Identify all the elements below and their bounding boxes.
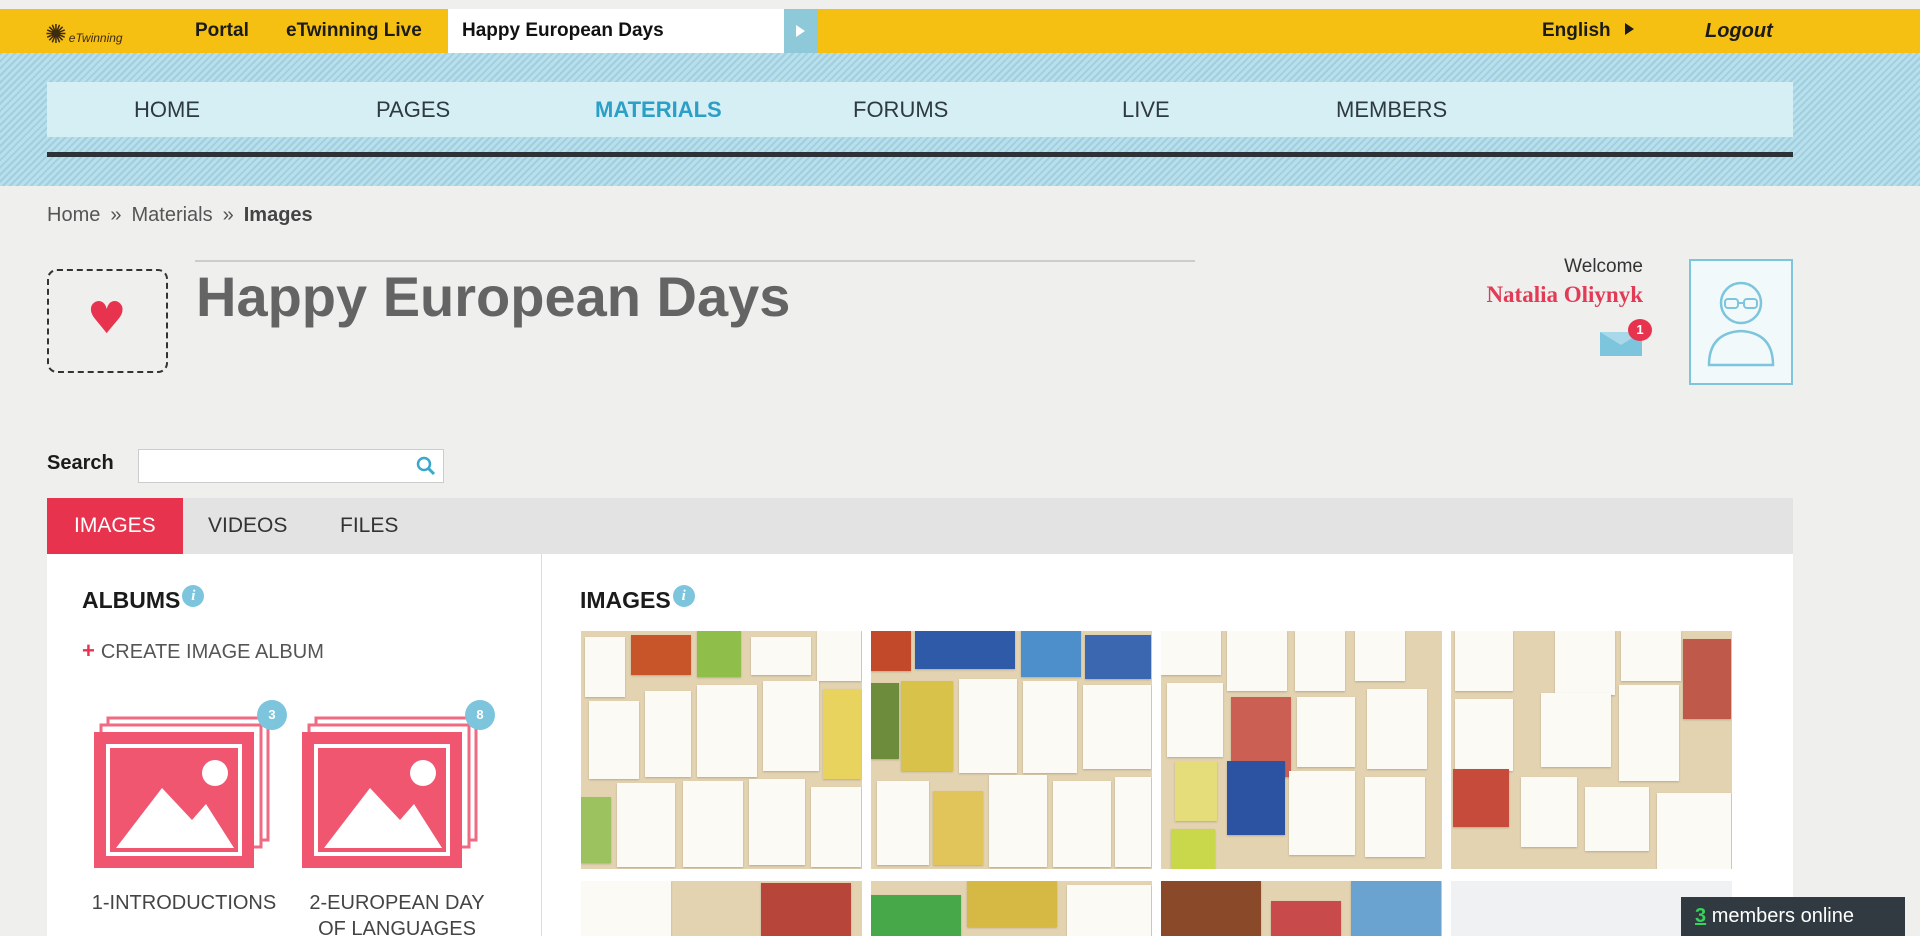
logout-link[interactable]: Logout bbox=[1705, 9, 1773, 53]
online-count[interactable]: 3 bbox=[1695, 905, 1706, 927]
breadcrumb-separator: » bbox=[110, 204, 122, 226]
play-right-icon bbox=[1624, 23, 1634, 35]
welcome-text: Welcome bbox=[1564, 256, 1643, 277]
portal-link[interactable]: Portal bbox=[195, 9, 249, 53]
image-thumbnail[interactable] bbox=[581, 631, 862, 869]
breadcrumb-home[interactable]: Home bbox=[47, 204, 100, 226]
breadcrumb-current: Images bbox=[243, 204, 313, 226]
etwinning-logo-icon: ✺ bbox=[45, 20, 67, 50]
heart-icon: ♥ bbox=[87, 293, 127, 344]
image-thumbnail[interactable] bbox=[581, 881, 862, 936]
unread-badge: 1 bbox=[1628, 319, 1652, 341]
album-name[interactable]: 2-EUROPEAN DAY OF LANGUAGES bbox=[292, 890, 502, 936]
header-band: HOME PAGES MATERIALS FORUMS LIVE MEMBERS bbox=[0, 53, 1920, 186]
main-nav: HOME PAGES MATERIALS FORUMS LIVE MEMBERS bbox=[47, 82, 1793, 137]
members-online-widget[interactable]: 3 members online bbox=[1681, 897, 1905, 936]
breadcrumb-materials[interactable]: Materials bbox=[131, 204, 212, 226]
etwinning-live-link[interactable]: eTwinning Live bbox=[286, 9, 422, 53]
page-title: Happy European Days bbox=[196, 265, 791, 328]
user-name[interactable]: Natalia Oliynyk bbox=[1486, 282, 1643, 308]
tab-images[interactable]: IMAGES bbox=[47, 498, 183, 554]
breadcrumb: Home » Materials » Images bbox=[47, 204, 313, 227]
album-count-badge: 8 bbox=[465, 700, 495, 730]
image-thumbnail[interactable] bbox=[871, 881, 1152, 936]
album-card[interactable]: 8 bbox=[302, 700, 495, 870]
top-bar: ✺ eTwinning Portal eTwinning Live Happy … bbox=[0, 9, 1920, 53]
nav-live[interactable]: LIVE bbox=[1122, 82, 1170, 137]
column-divider bbox=[541, 554, 542, 936]
search-icon[interactable] bbox=[416, 456, 436, 476]
user-avatar-icon bbox=[1707, 281, 1775, 367]
nav-members[interactable]: MEMBERS bbox=[1336, 82, 1447, 137]
albums-heading: ALBUMS i bbox=[82, 585, 205, 614]
images-heading: IMAGES i bbox=[580, 585, 695, 614]
image-album-icon bbox=[94, 716, 270, 868]
search-input[interactable] bbox=[138, 449, 444, 483]
tab-videos[interactable]: VIDEOS bbox=[208, 498, 287, 554]
online-label: members online bbox=[1711, 905, 1854, 927]
create-album-label: CREATE IMAGE ALBUM bbox=[100, 641, 324, 663]
language-label: English bbox=[1542, 20, 1611, 41]
search-label: Search bbox=[47, 452, 114, 474]
logo-text: eTwinning bbox=[68, 31, 123, 45]
album-name-line2: OF LANGUAGES bbox=[318, 918, 476, 936]
albums-title: ALBUMS bbox=[82, 587, 181, 613]
current-project-tab[interactable]: Happy European Days bbox=[448, 9, 788, 53]
image-album-icon bbox=[302, 716, 478, 868]
messages-button[interactable]: 1 bbox=[1600, 319, 1652, 356]
plus-icon: + bbox=[82, 638, 95, 663]
nav-underline bbox=[47, 152, 1793, 157]
nav-pages[interactable]: PAGES bbox=[376, 82, 450, 137]
breadcrumb-separator: » bbox=[222, 204, 234, 226]
image-thumbnail[interactable] bbox=[871, 631, 1152, 869]
image-thumbnail[interactable] bbox=[1161, 631, 1442, 869]
image-thumbnail[interactable] bbox=[1161, 881, 1442, 936]
project-icon-box: ♥ bbox=[47, 269, 168, 373]
etwinning-logo[interactable]: ✺ eTwinning bbox=[45, 11, 123, 51]
tab-files[interactable]: FILES bbox=[340, 498, 398, 554]
album-name-line1: 2-EUROPEAN DAY bbox=[309, 892, 485, 914]
avatar[interactable] bbox=[1689, 259, 1793, 385]
album-count-badge: 3 bbox=[257, 700, 287, 730]
material-tabs: IMAGES VIDEOS FILES bbox=[47, 498, 1793, 554]
nav-materials[interactable]: MATERIALS bbox=[595, 82, 722, 137]
project-switch-arrow-icon[interactable] bbox=[784, 9, 818, 53]
album-card[interactable]: 3 bbox=[94, 700, 287, 870]
image-thumbnail[interactable] bbox=[1451, 631, 1732, 869]
language-selector[interactable]: English bbox=[1542, 9, 1634, 53]
nav-home[interactable]: HOME bbox=[134, 82, 200, 137]
info-icon[interactable]: i bbox=[182, 585, 205, 607]
images-title: IMAGES bbox=[580, 587, 671, 613]
info-icon[interactable]: i bbox=[672, 585, 695, 607]
nav-forums[interactable]: FORUMS bbox=[853, 82, 948, 137]
current-project-label: Happy European Days bbox=[462, 20, 664, 41]
create-album-button[interactable]: + CREATE IMAGE ALBUM bbox=[82, 638, 324, 664]
title-divider bbox=[195, 260, 1195, 262]
album-name[interactable]: 1-INTRODUCTIONS bbox=[82, 890, 286, 916]
